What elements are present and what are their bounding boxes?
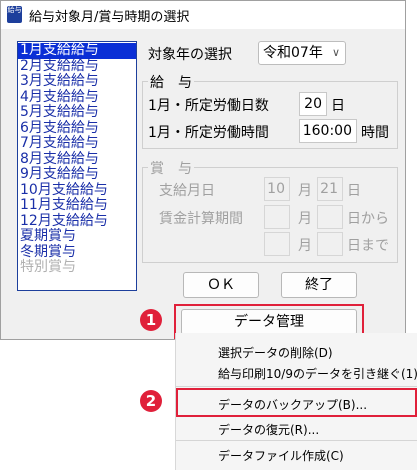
hours-unit: 時間 — [361, 125, 389, 141]
hours-label: 1月・所定労働時間 — [148, 125, 269, 141]
list-item[interactable]: 3月支給給与 — [18, 73, 136, 90]
list-item[interactable]: 8月支給給与 — [18, 151, 136, 168]
list-item[interactable]: 冬期賞与 — [18, 244, 136, 261]
days-unit: 日 — [331, 98, 345, 114]
list-item[interactable]: 5月支給給与 — [18, 104, 136, 121]
hours-field[interactable]: 160:00 — [299, 119, 357, 143]
menu-item-create-file[interactable]: データファイル作成(C) — [218, 447, 344, 464]
list-item[interactable]: 9月支給給与 — [18, 166, 136, 183]
year-select[interactable]: 令和07年 ∨ — [258, 41, 346, 65]
list-item: 特別賞与 — [20, 259, 76, 275]
list-item[interactable]: 6月支給給与 — [18, 120, 136, 137]
app-icon: 給与 — [7, 6, 22, 23]
dialog-window: 給与 給与対象月/賞与時期の選択 1月支給給与 2月支給給与 3月支給給与 4月… — [0, 0, 406, 340]
menu-divider — [176, 440, 417, 441]
menu-item-delete[interactable]: 選択データの削除(D) — [218, 344, 333, 361]
from-day-unit: 日から — [347, 211, 389, 227]
period-label: 賃金計算期間 — [159, 211, 243, 227]
list-item[interactable]: 1月支給給与 — [18, 42, 136, 59]
menu-item-backup[interactable]: データのバックアップ(B)... — [218, 396, 367, 413]
to-day-unit: 日まで — [347, 238, 389, 254]
data-management-button[interactable]: データ管理 — [181, 309, 357, 335]
period-to-day — [317, 232, 343, 256]
menu-item-carry-over[interactable]: 給与印刷10/9のデータを引き継ぐ(1) — [218, 365, 417, 382]
list-item[interactable]: 夏期賞与 — [18, 228, 136, 245]
context-menu: 選択データの削除(D) 給与印刷10/9のデータを引き継ぐ(1) データのバック… — [175, 333, 417, 470]
year-label: 対象年の選択 — [148, 47, 232, 63]
bonus-title: 賞 与 — [148, 158, 194, 178]
chevron-down-icon: ∨ — [331, 46, 340, 59]
to-month-unit: 月 — [298, 238, 312, 254]
salary-title: 給 与 — [148, 72, 194, 92]
list-item[interactable]: 2月支給給与 — [18, 58, 136, 75]
days-label: 1月・所定労働日数 — [148, 98, 269, 114]
step-one-badge: 1 — [140, 309, 162, 331]
year-value: 令和07年 — [263, 45, 323, 61]
pay-month-unit: 月 — [298, 183, 312, 199]
days-field[interactable]: 20 — [299, 92, 327, 116]
pay-date-label: 支給月日 — [159, 183, 215, 199]
window-title: 給与対象月/賞与時期の選択 — [29, 10, 190, 25]
period-to-month — [264, 232, 290, 256]
menu-item-restore[interactable]: データの復元(R)... — [218, 421, 319, 438]
list-item[interactable]: 7月支給給与 — [18, 135, 136, 152]
title-bar: 給与 給与対象月/賞与時期の選択 — [1, 1, 405, 29]
menu-divider — [176, 386, 417, 387]
from-month-unit: 月 — [298, 211, 312, 227]
list-item[interactable]: 12月支給給与 — [18, 213, 136, 230]
end-button[interactable]: 終了 — [281, 272, 357, 298]
pay-day-field: 21 — [317, 177, 343, 201]
pay-day-unit: 日 — [347, 183, 361, 199]
pay-month-field: 10 — [264, 177, 290, 201]
ok-button[interactable]: ＯＫ — [183, 272, 259, 298]
list-item[interactable]: 11月支給給与 — [18, 197, 136, 214]
list-item[interactable]: 10月支給給与 — [18, 182, 136, 199]
period-from-month — [264, 205, 290, 229]
list-item[interactable]: 4月支給給与 — [18, 89, 136, 106]
period-from-day — [317, 205, 343, 229]
month-list[interactable]: 1月支給給与 2月支給給与 3月支給給与 4月支給給与 5月支給給与 6月支給給… — [17, 41, 137, 291]
step-two-badge: 2 — [140, 390, 162, 412]
